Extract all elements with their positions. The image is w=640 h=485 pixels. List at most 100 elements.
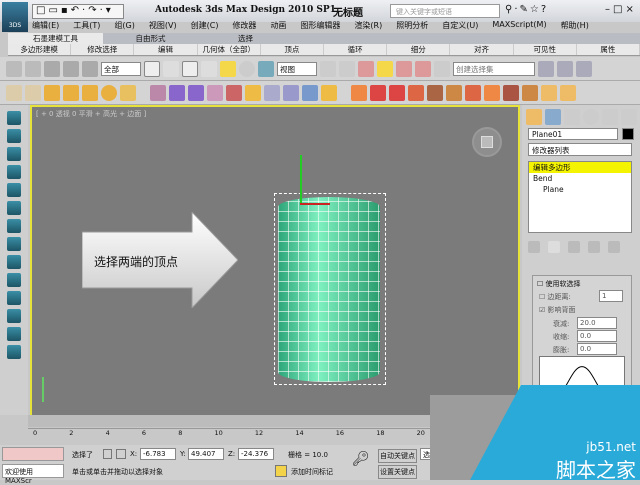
hierarchy-tab-icon[interactable] (564, 109, 580, 125)
named-selection-select[interactable]: 创建选择集 (453, 61, 535, 76)
window-crossing-icon[interactable] (201, 60, 217, 77)
panel-subdivision[interactable]: 细分 (387, 44, 451, 55)
menu-group[interactable]: 组(G) (114, 20, 134, 32)
stack-item-plane[interactable]: Plane (529, 184, 631, 195)
grid-icon[interactable] (44, 84, 60, 101)
help-tools[interactable]: ⚲·✎☆? (505, 4, 548, 15)
edge-distance-input[interactable]: 1 (599, 290, 623, 302)
track-bar[interactable]: 0 2 4 6 8 10 12 14 16 18 20 (28, 428, 430, 444)
tool-icon-8[interactable] (7, 237, 21, 251)
tool-icon-9[interactable] (7, 255, 21, 269)
menu-view[interactable]: 视图(V) (149, 20, 177, 32)
menu-help[interactable]: 帮助(H) (561, 20, 589, 32)
absolute-mode-icon[interactable] (116, 449, 126, 459)
mirror-icon[interactable] (538, 60, 554, 77)
tool-icon-2[interactable] (7, 129, 21, 143)
motion-tab-icon[interactable] (583, 109, 599, 125)
menu-create[interactable]: 创建(C) (191, 20, 219, 32)
object-color-swatch[interactable] (622, 128, 634, 140)
menu-maxscript[interactable]: MAXScript(M) (492, 20, 546, 32)
wave-icon[interactable] (226, 84, 242, 101)
window-controls[interactable]: –□× (605, 4, 637, 15)
bend-icon[interactable] (150, 84, 166, 101)
tool-icon-11[interactable] (7, 291, 21, 305)
tool-icon-3[interactable] (7, 147, 21, 161)
display-tab-icon[interactable] (602, 109, 618, 125)
select-object-icon[interactable] (144, 60, 160, 77)
symmetry-icon[interactable] (446, 84, 462, 101)
turbosmooth-icon[interactable] (522, 84, 538, 101)
panel-vertices[interactable]: 顶点 (261, 44, 325, 55)
quick-access-toolbar[interactable]: □▭▪↶·↷·▾ (32, 4, 124, 19)
gizmo-y-axis[interactable] (300, 155, 302, 205)
y-coord-input[interactable]: 49.407 (188, 448, 224, 460)
remove-modifier-icon[interactable] (588, 241, 600, 253)
select-by-name-icon[interactable] (163, 60, 179, 77)
menu-rendering[interactable]: 渲染(R) (354, 20, 382, 32)
menu-modifiers[interactable]: 修改器 (232, 20, 256, 32)
tool-icon-12[interactable] (7, 309, 21, 323)
tool-icon-4[interactable] (7, 165, 21, 179)
noise-icon[interactable] (207, 84, 223, 101)
melt-icon[interactable] (321, 84, 337, 101)
tab-graphite[interactable]: 石墨建模工具 (8, 33, 103, 44)
link-icon[interactable] (44, 60, 60, 77)
tool-icon-7[interactable] (7, 219, 21, 233)
smooth-icon[interactable] (503, 84, 519, 101)
panel-edit[interactable]: 编辑 (134, 44, 198, 55)
x-coord-input[interactable]: -6.783 (140, 448, 176, 460)
utilities-tab-icon[interactable] (621, 109, 637, 125)
panel-properties[interactable]: 属性 (577, 44, 640, 55)
cylinder-icon[interactable] (82, 84, 98, 101)
viewcube[interactable] (472, 127, 502, 157)
plane-icon[interactable] (6, 84, 22, 101)
pin-stack-icon[interactable] (528, 241, 540, 253)
panel-modify-selection[interactable]: 修改选择 (71, 44, 135, 55)
perspective-viewport[interactable]: [ + 0 透视 0 平滑 + 高光 + 边面 ] 选择两端的顶点 (30, 105, 520, 417)
rect-selection-icon[interactable] (182, 60, 198, 77)
menu-lighting[interactable]: 照明分析 (396, 20, 428, 32)
unlink-icon[interactable] (63, 60, 79, 77)
ffd-icon[interactable] (283, 84, 299, 101)
panel-loops[interactable]: 循环 (324, 44, 388, 55)
sweep-icon[interactable] (408, 84, 424, 101)
auto-key-button[interactable]: 自动关键点 (378, 449, 417, 463)
snap-icon[interactable] (358, 60, 374, 77)
move-icon[interactable] (220, 60, 236, 77)
add-time-tag[interactable]: 添加时间标记 (291, 467, 333, 477)
search-input[interactable]: 键入关键字或短语 (390, 4, 500, 18)
manipulate-icon[interactable] (339, 60, 355, 77)
bevel-icon[interactable] (389, 84, 405, 101)
edit-named-sel-icon[interactable] (434, 60, 450, 77)
z-coord-input[interactable]: -24.376 (238, 448, 274, 460)
panel-align[interactable]: 对齐 (450, 44, 514, 55)
create-tab-icon[interactable] (526, 109, 542, 125)
menu-graph-editors[interactable]: 图形编辑器 (300, 20, 340, 32)
path-icon[interactable] (560, 84, 576, 101)
circle-icon[interactable] (25, 84, 41, 101)
configure-sets-icon[interactable] (608, 241, 620, 253)
maxscript-listener-mini[interactable] (2, 447, 64, 461)
menu-edit[interactable]: 编辑(E) (32, 20, 59, 32)
tab-freeform[interactable]: 自由形式 (103, 33, 198, 44)
show-end-result-icon[interactable] (548, 241, 560, 253)
layers-icon[interactable] (576, 60, 592, 77)
modifier-list-select[interactable]: 修改器列表 (528, 143, 632, 156)
unwrap-icon[interactable] (465, 84, 481, 101)
plant-icon[interactable] (120, 84, 136, 101)
gizmo-x-axis[interactable] (300, 203, 330, 205)
spherify-icon[interactable] (264, 84, 280, 101)
affect-backfacing-checkbox[interactable]: ☑ 影响背面 (539, 305, 576, 315)
menu-customize[interactable]: 自定义(U) (442, 20, 478, 32)
undo-icon[interactable] (6, 60, 22, 77)
panel-poly-modeling[interactable]: 多边形建模 (8, 44, 72, 55)
bubble-input[interactable]: 0.0 (577, 343, 617, 355)
reference-coord-select[interactable]: 视图 (277, 61, 317, 76)
twist-icon[interactable] (188, 84, 204, 101)
tool-icon-10[interactable] (7, 273, 21, 287)
angle-snap-icon[interactable] (377, 60, 393, 77)
tool-icon-5[interactable] (7, 183, 21, 197)
spinner-snap-icon[interactable] (415, 60, 431, 77)
percent-snap-icon[interactable] (396, 60, 412, 77)
selection-filter-select[interactable]: 全部 (101, 61, 141, 76)
